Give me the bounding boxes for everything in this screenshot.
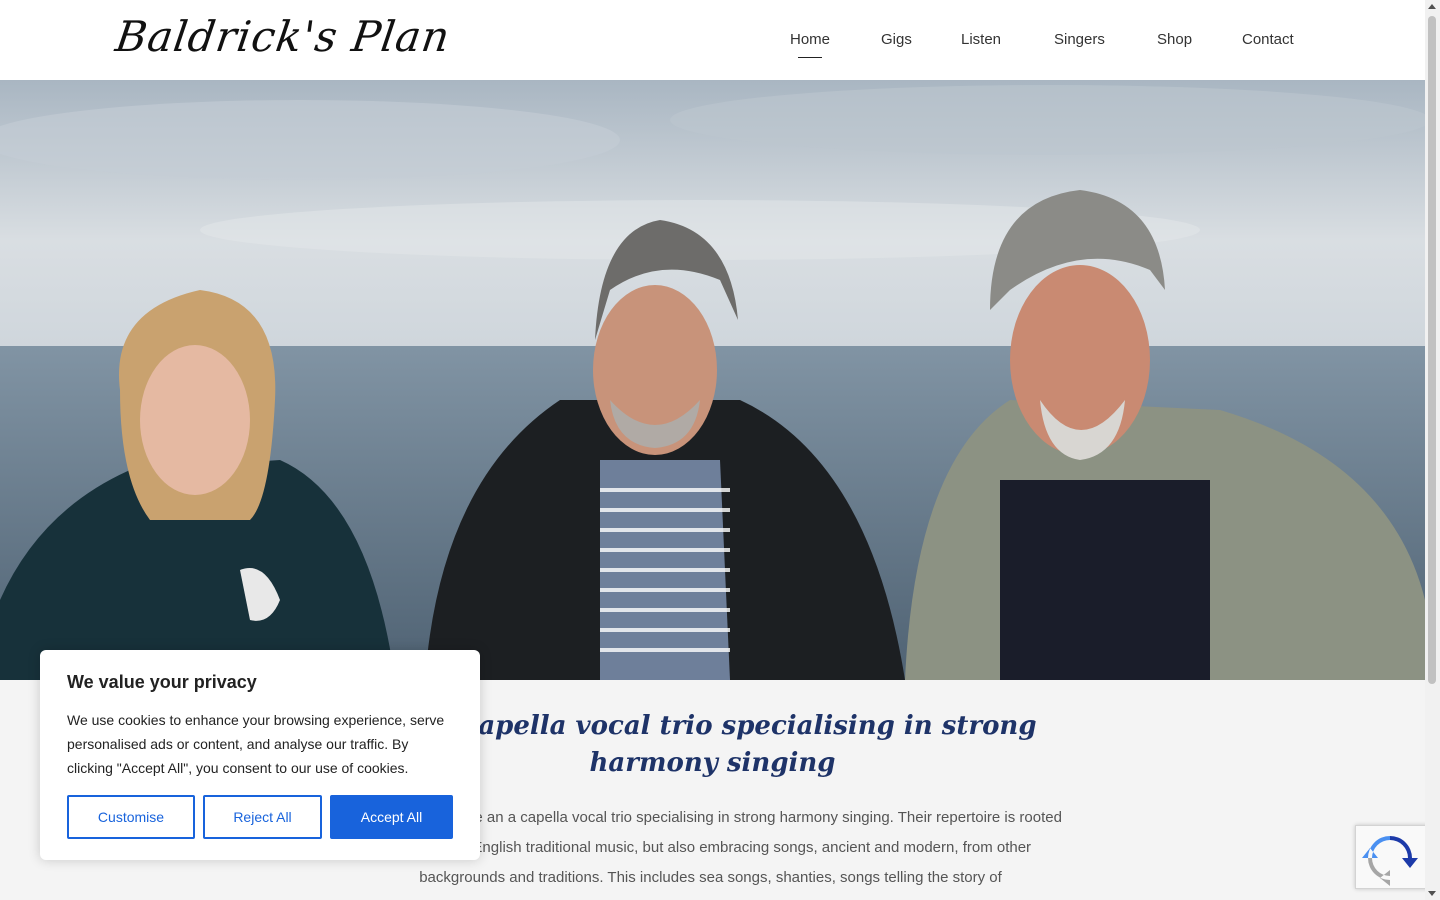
nav-item-contact[interactable]: Contact bbox=[1242, 31, 1294, 48]
cookie-consent-banner: We value your privacy We use cookies to … bbox=[40, 650, 480, 860]
nav-item-listen[interactable]: Listen bbox=[961, 31, 1001, 48]
scroll-down-arrow-icon[interactable] bbox=[1428, 891, 1436, 896]
scroll-thumb[interactable] bbox=[1428, 16, 1436, 684]
accept-all-button[interactable]: Accept All bbox=[330, 795, 453, 839]
reject-all-button[interactable]: Reject All bbox=[203, 795, 322, 839]
site-header: Baldrick's Plan Home Gigs Listen Singers… bbox=[0, 0, 1425, 80]
page-scrollbar[interactable] bbox=[1425, 0, 1440, 900]
hero-photo bbox=[0, 80, 1425, 680]
scroll-up-arrow-icon[interactable] bbox=[1428, 4, 1436, 9]
nav-item-singers[interactable]: Singers bbox=[1054, 31, 1105, 48]
recaptcha-icon bbox=[1362, 836, 1418, 886]
recaptcha-badge[interactable] bbox=[1355, 825, 1436, 889]
hero-image bbox=[0, 80, 1425, 680]
site-logo[interactable]: Baldrick's Plan bbox=[113, 12, 454, 61]
nav-item-gigs[interactable]: Gigs bbox=[881, 31, 912, 48]
cookie-title: We value your privacy bbox=[67, 672, 257, 692]
cookie-text: We use cookies to enhance your browsing … bbox=[67, 712, 445, 776]
customise-button[interactable]: Customise bbox=[67, 795, 195, 839]
nav-item-home[interactable]: Home bbox=[790, 31, 830, 58]
nav-item-shop[interactable]: Shop bbox=[1157, 31, 1192, 48]
